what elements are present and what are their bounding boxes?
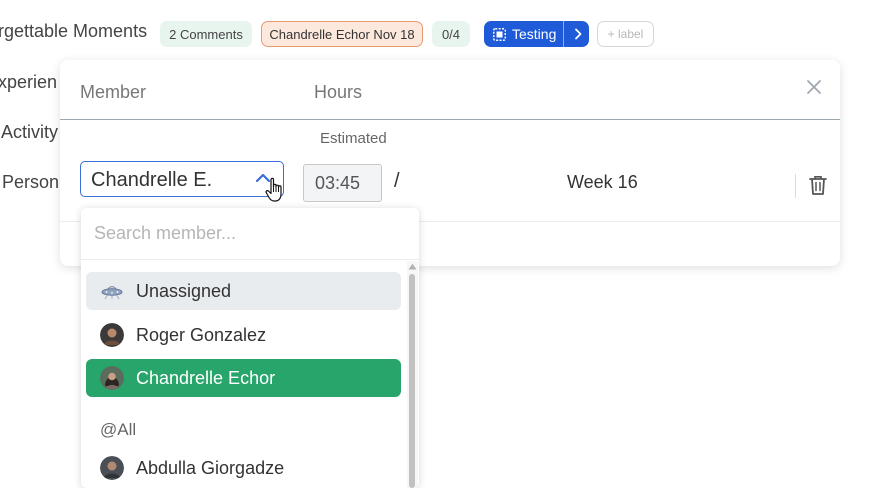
member-select[interactable]: Chandrelle E. [80,161,284,197]
hours-separator: / [394,170,400,192]
status-divider [563,21,564,47]
comments-badge[interactable]: 2 Comments [160,21,252,47]
dropdown-scroll-thumb[interactable] [409,274,415,488]
hours-input[interactable] [303,164,382,202]
member-dropdown: Unassigned Roger Gonzalez Chandrelle Ech… [81,208,419,488]
trash-icon[interactable] [808,174,828,196]
option-unassigned[interactable]: Unassigned [86,272,401,310]
avatar [100,366,124,390]
group-label-all: @All [100,420,137,439]
hand-cursor-icon [265,177,282,202]
estimated-label: Estimated [320,130,387,147]
member-column-header: Member [80,82,147,102]
option-abdulla-giorgadze[interactable]: Abdulla Giorgadze [86,449,401,487]
side-label-activity: Activity [1,122,59,142]
option-chandrelle-echor[interactable]: Chandrelle Echor [86,359,401,397]
avatar [100,323,124,347]
scroll-up-arrow-icon[interactable] [408,263,417,270]
header-divider [60,119,840,120]
option-label: Abdulla Giorgadze [136,457,285,478]
status-next-button[interactable] [566,21,589,47]
option-roger-gonzalez[interactable]: Roger Gonzalez [86,316,401,354]
member-search-input[interactable] [81,208,419,260]
option-label: Unassigned [136,280,232,301]
option-label: Roger Gonzalez [136,324,267,345]
close-icon[interactable] [804,77,824,97]
checklist-badge[interactable]: 0/4 [432,21,470,47]
hours-column-header: Hours [314,82,363,102]
side-label-person: Person [2,172,60,192]
status-button[interactable]: Testing [484,21,589,47]
row-divider [795,174,796,198]
card-title: rgettable Moments [0,21,148,41]
side-label-experience: xperien [0,72,58,92]
status-label: Testing [512,26,557,42]
member-select-value: Chandrelle E. [91,169,213,191]
add-label-button[interactable]: + label [597,21,654,47]
week-label: Week 16 [567,172,638,192]
ufo-icon [101,286,123,300]
chevron-right-icon [574,28,581,40]
status-board-icon [493,27,506,41]
option-label: Chandrelle Echor [136,367,276,388]
due-date-badge[interactable]: Chandrelle Echor Nov 18 [261,21,423,47]
avatar [100,456,124,480]
